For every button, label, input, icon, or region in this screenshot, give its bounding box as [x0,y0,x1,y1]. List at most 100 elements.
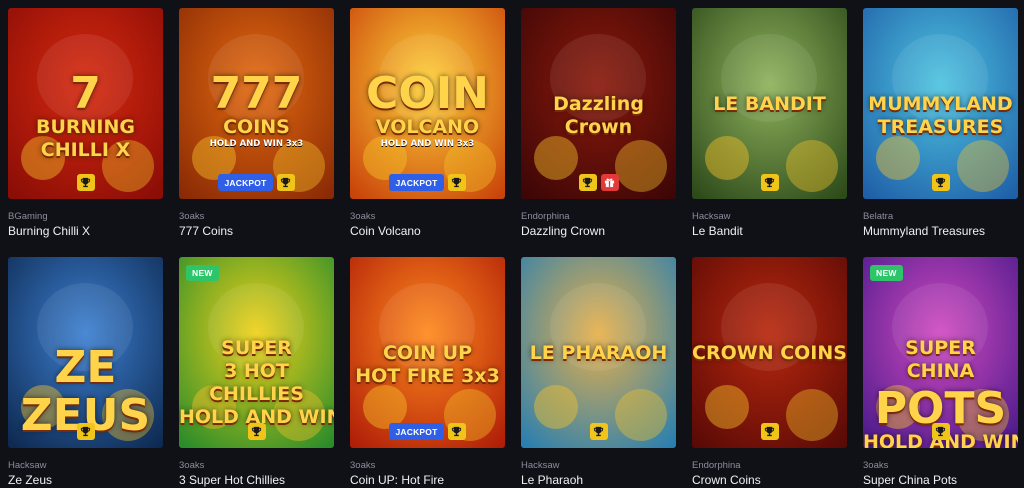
game-title[interactable]: Super China Pots [863,473,1018,488]
game-card[interactable]: SUPERCHINAPOTSHOLD AND WINNEW 3oaks Super … [863,257,1018,488]
artwork-title-text: SUPER [221,337,292,359]
game-card[interactable]: MUMMYLAND TREASURES Belatra Mummyland Treas… [863,8,1018,239]
game-badges [8,423,163,440]
game-title[interactable]: 777 Coins [179,224,334,239]
game-provider: Hacksaw [8,460,47,471]
trophy-icon [589,423,608,440]
game-title[interactable]: Burning Chilli X [8,224,163,239]
game-thumbnail[interactable]: CROWN COINS [692,257,847,448]
trophy-icon [760,174,779,191]
game-provider: Hacksaw [521,460,560,471]
game-title[interactable]: Crown Coins [692,473,847,488]
game-provider: 3oaks [350,211,376,222]
game-provider: BGaming [8,211,48,222]
gift-icon [600,174,619,191]
trophy-icon [578,174,597,191]
game-badges [521,423,676,440]
game-card[interactable]: COIN UP HOT FIRE 3x3 JACKPOT 3oaks Coin UP: … [350,257,505,488]
game-title[interactable]: Dazzling Crown [521,224,676,239]
game-badges [863,423,1018,440]
game-provider: 3oaks [179,211,205,222]
jackpot-badge: JACKPOT [389,174,444,191]
game-thumbnail[interactable]: ZE ZEUS [8,257,163,448]
artwork-title-text: LE PHARAOH [529,342,668,364]
game-thumbnail[interactable]: 777 COINS HOLD AND WIN 3x3 JACKPOT [179,8,334,199]
game-badges [863,174,1018,191]
game-card[interactable]: LE PHARAOH Hacksaw Le Pharaoh [521,257,676,488]
game-title[interactable]: Le Bandit [692,224,847,239]
game-provider: 3oaks [179,460,205,471]
game-provider: Hacksaw [692,211,731,222]
game-title[interactable]: Le Pharaoh [521,473,676,488]
game-card[interactable]: SUPER 3 HOT CHILLIES HOLD AND WIN NEW 3oaks 3 … [179,257,334,488]
trophy-icon [276,174,295,191]
artwork-title-text: CROWN COINS [692,342,847,364]
game-card[interactable]: ZE ZEUS Hacksaw Ze Zeus [8,257,163,488]
artwork-title-text: LE BANDIT [713,93,826,115]
trophy-icon [931,423,950,440]
jackpot-badge: JACKPOT [389,423,444,440]
artwork-title-text: COIN [366,68,489,119]
artwork-title-text: 777 [210,68,303,119]
artwork-title-text: Dazzling [553,93,644,115]
game-badges: JACKPOT [350,423,505,440]
game-badges [521,174,676,191]
game-card[interactable]: CROWN COINS Endorphina Crown Coins [692,257,847,488]
artwork-title-text: 3 HOT [224,360,289,382]
game-title[interactable]: Coin Volcano [350,224,505,239]
game-thumbnail[interactable]: 7 BURNING CHILLI X [8,8,163,199]
game-thumbnail[interactable]: SUPERCHINAPOTSHOLD AND WINNEW [863,257,1018,448]
trophy-icon [447,174,466,191]
artwork-title-text: SUPER [905,337,976,359]
game-thumbnail[interactable]: SUPER 3 HOT CHILLIES HOLD AND WIN NEW [179,257,334,448]
artwork-title-text: CHILLIES [209,383,304,405]
game-badges: JACKPOT [350,174,505,191]
game-grid: 7 BURNING CHILLI X BGaming Burning Chilli X7… [8,8,1018,488]
artwork-title-text: 7 [70,68,101,119]
trophy-icon [76,423,95,440]
game-card[interactable]: 7 BURNING CHILLI X BGaming Burning Chilli X [8,8,163,239]
jackpot-badge: JACKPOT [218,174,273,191]
artwork-title-text: VOLCANO [375,116,480,138]
artwork-title-text: HOLD AND WIN 3x3 [380,139,475,149]
game-card[interactable]: Dazzling Crown Endorphina Dazzling Crown [521,8,676,239]
game-badges: JACKPOT [179,174,334,191]
artwork-title-text: Crown [564,116,633,138]
new-badge: NEW [870,265,903,281]
trophy-icon [76,174,95,191]
artwork-title-text: BURNING [35,116,135,138]
game-card[interactable]: 777 COINS HOLD AND WIN 3x3 JACKPOT 3oaks 777 … [179,8,334,239]
trophy-icon [447,423,466,440]
game-thumbnail[interactable]: COIN VOLCANO HOLD AND WIN 3x3 JACKPOT [350,8,505,199]
game-card[interactable]: LE BANDIT Hacksaw Le Bandit [692,8,847,239]
game-title[interactable]: Coin UP: Hot Fire [350,473,505,488]
game-thumbnail[interactable]: LE PHARAOH [521,257,676,448]
game-card[interactable]: COIN VOLCANO HOLD AND WIN 3x3 JACKPOT 3oaks C… [350,8,505,239]
game-provider: 3oaks [863,460,889,471]
artwork-title-text: HOT FIRE 3x3 [355,365,500,387]
artwork-title-text: MUMMYLAND [868,93,1013,115]
game-badges [8,174,163,191]
game-badges [179,423,334,440]
game-provider: 3oaks [350,460,376,471]
game-title[interactable]: 3 Super Hot Chillies [179,473,334,488]
trophy-icon [247,423,266,440]
game-title[interactable]: Ze Zeus [8,473,163,488]
artwork-title-text: CHINA [906,360,975,382]
game-thumbnail[interactable]: Dazzling Crown [521,8,676,199]
artwork-title-text: HOLD AND WIN 3x3 [209,139,304,149]
trophy-icon [760,423,779,440]
artwork-title-text: ZE [54,342,117,393]
game-title[interactable]: Mummyland Treasures [863,224,1018,239]
artwork-title-text: CHILLI X [40,139,131,161]
game-provider: Belatra [863,211,894,222]
new-badge: NEW [186,265,219,281]
game-thumbnail[interactable]: MUMMYLAND TREASURES [863,8,1018,199]
game-provider: Endorphina [521,211,570,222]
game-thumbnail[interactable]: COIN UP HOT FIRE 3x3 JACKPOT [350,257,505,448]
artwork-title-text: TREASURES [877,116,1004,138]
game-provider: Endorphina [692,460,741,471]
game-badges [692,423,847,440]
game-badges [692,174,847,191]
game-thumbnail[interactable]: LE BANDIT [692,8,847,199]
